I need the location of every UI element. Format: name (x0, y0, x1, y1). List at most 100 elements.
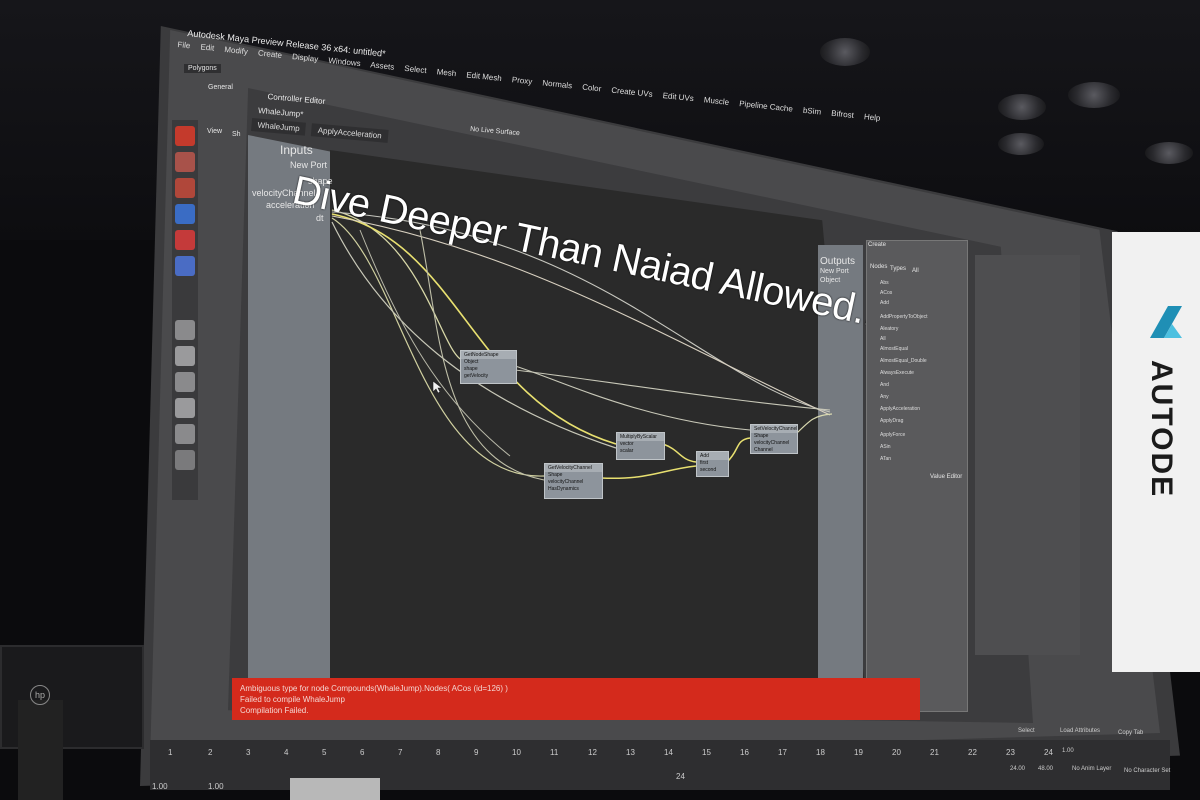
tick-label: 2 (208, 748, 213, 757)
create-item[interactable]: Add (880, 300, 889, 306)
tick-label: 7 (398, 748, 403, 757)
ceiling-light (1068, 82, 1120, 108)
node-title: GetVelocityChannel (545, 464, 602, 472)
graph-node[interactable]: GetVelocityChannel Shape velocityChannel… (544, 463, 603, 499)
node-port[interactable]: first (697, 460, 728, 467)
tick-label: 13 (626, 748, 635, 757)
create-item[interactable]: Abs (880, 280, 889, 286)
move-tool-icon[interactable] (175, 204, 195, 224)
tick-label: 23 (1006, 748, 1015, 757)
node-port[interactable]: vector (617, 441, 664, 448)
create-item[interactable]: AlmostEqual (880, 346, 908, 352)
tick-label: 19 (854, 748, 863, 757)
panel-menu-shading[interactable]: Sh (232, 131, 241, 138)
create-item[interactable]: All (880, 336, 886, 342)
layout-outliner-icon[interactable] (175, 398, 195, 418)
node-port[interactable]: HasDynamics (545, 486, 602, 493)
load-attributes-button[interactable]: Load Attributes (1060, 728, 1100, 734)
mode-dropdown[interactable]: Polygons (184, 64, 221, 73)
error-line: Ambiguous type for node Compounds(WhaleJ… (240, 684, 508, 693)
create-item[interactable]: AlwaysExecute (880, 370, 914, 376)
autodesk-logo-icon (1150, 306, 1182, 338)
select-button[interactable]: Select (1018, 728, 1035, 734)
layout-custom-icon[interactable] (175, 450, 195, 470)
tick-label: 24 (1044, 748, 1053, 757)
outputs-header: Outputs (820, 256, 856, 267)
create-item[interactable]: Any (880, 394, 889, 400)
create-tab-nodes[interactable]: Nodes (870, 264, 887, 270)
node-title: Add (697, 452, 728, 460)
tick-label: 15 (702, 748, 711, 757)
create-item[interactable]: AddPropertyToObject (880, 314, 928, 320)
value-editor-label[interactable]: Value Editor (930, 474, 962, 480)
create-item[interactable]: ApplyAcceleration (880, 406, 920, 412)
layout-graph-icon[interactable] (175, 424, 195, 444)
banner-wordmark: AUTODE (1145, 360, 1178, 499)
node-port[interactable]: Channel (751, 447, 797, 454)
layout-single-icon[interactable] (175, 320, 195, 340)
menu-file[interactable]: File (177, 40, 191, 50)
menu-color[interactable]: Color (582, 83, 602, 94)
create-item[interactable]: ACos (880, 290, 892, 296)
hp-logo-icon: hp (30, 685, 50, 705)
range-end-field[interactable]: 24.00 (1010, 766, 1025, 772)
node-port[interactable]: velocityChannel (545, 479, 602, 486)
create-tab-types[interactable]: Types (890, 266, 906, 272)
create-panel-title: Create (868, 242, 887, 248)
anim-layer-dropdown[interactable]: No Anim Layer (1072, 766, 1111, 772)
create-item[interactable]: Aleatory (880, 326, 898, 332)
range-end-field-b[interactable]: 48.00 (1038, 766, 1053, 772)
graph-node[interactable]: GetNodeShape Object shape getVelocity (460, 350, 517, 384)
menu-help[interactable]: Help (864, 112, 881, 123)
node-port[interactable]: Shape (751, 433, 797, 440)
range-start-field[interactable]: 1.00 (152, 782, 168, 791)
create-item[interactable]: ApplyDrag (880, 418, 903, 424)
node-port[interactable]: scalar (617, 448, 664, 455)
copy-tab-button[interactable]: Copy Tab (1118, 730, 1143, 736)
range-mid-label: 24 (676, 772, 685, 781)
tick-label: 14 (664, 748, 673, 757)
menu-edit[interactable]: Edit (200, 42, 215, 52)
current-frame-field[interactable]: 1.00 (1062, 748, 1074, 754)
lasso-tool-icon[interactable] (175, 152, 195, 172)
shelf-tab-general[interactable]: General (208, 84, 233, 91)
node-port[interactable]: velocityChannel (751, 440, 797, 447)
node-port[interactable]: shape (461, 366, 516, 373)
create-item[interactable]: AlmostEqual_Double (880, 358, 927, 364)
create-item[interactable]: And (880, 382, 889, 388)
node-port[interactable]: Object (461, 359, 516, 366)
graph-node[interactable]: SetVelocityChannel Shape velocityChannel… (750, 424, 798, 454)
menu-mesh[interactable]: Mesh (436, 67, 456, 78)
panel-menu-view[interactable]: View (207, 128, 222, 135)
ceiling-light (998, 94, 1046, 120)
menu-bsim[interactable]: bSim (802, 106, 821, 117)
graph-node[interactable]: Add first second (696, 451, 729, 477)
tick-label: 12 (588, 748, 597, 757)
node-title: SetVelocityChannel (751, 425, 797, 433)
create-item[interactable]: ASin (880, 444, 891, 450)
node-port[interactable]: Shape (545, 472, 602, 479)
range-current-field[interactable]: 1.00 (208, 782, 224, 791)
node-title: GetNodeShape (461, 351, 516, 359)
node-port[interactable]: second (697, 467, 728, 474)
tick-label: 18 (816, 748, 825, 757)
select-tool-icon[interactable] (175, 126, 195, 146)
toolbox (172, 120, 198, 500)
graph-node[interactable]: MultiplyByScalar vector scalar (616, 432, 665, 460)
layout-two-icon[interactable] (175, 372, 195, 392)
inputs-header: Inputs (280, 143, 313, 157)
input-port-new[interactable]: New Port (290, 160, 327, 170)
create-tab-all[interactable]: All (912, 268, 919, 274)
scale-tool-icon[interactable] (175, 256, 195, 276)
output-port-new[interactable]: New Port (820, 268, 849, 275)
character-set-dropdown[interactable]: No Character Set (1124, 768, 1170, 774)
paint-tool-icon[interactable] (175, 178, 195, 198)
create-item[interactable]: ApplyForce (880, 432, 905, 438)
rotate-tool-icon[interactable] (175, 230, 195, 250)
tick-label: 1 (168, 748, 173, 757)
tick-label: 16 (740, 748, 749, 757)
tick-label: 6 (360, 748, 365, 757)
node-port[interactable]: getVelocity (461, 373, 516, 380)
layout-four-icon[interactable] (175, 346, 195, 366)
create-item[interactable]: ATan (880, 456, 891, 462)
